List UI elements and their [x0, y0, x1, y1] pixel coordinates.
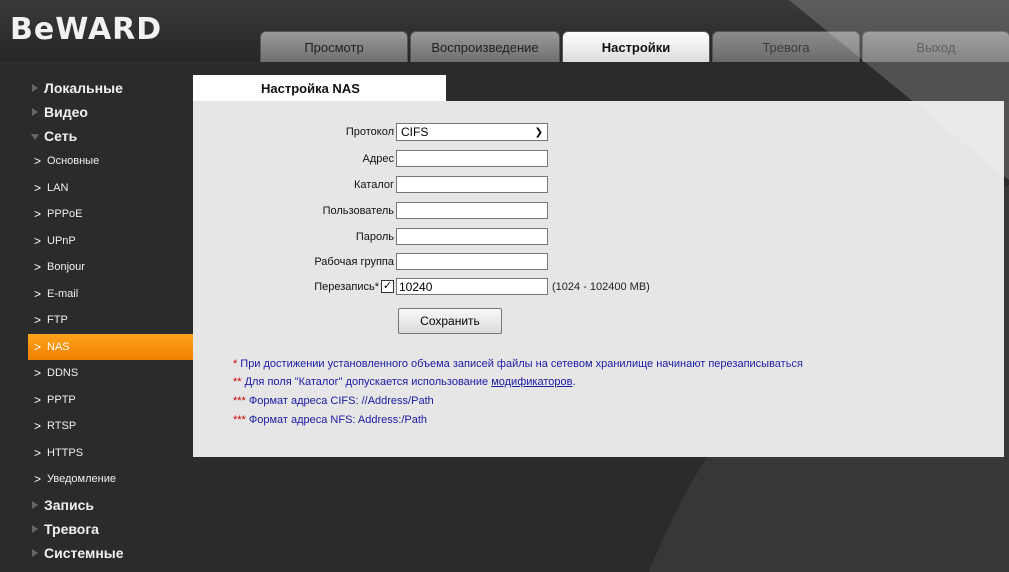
sidebar-item-network[interactable]: Сеть [0, 124, 193, 148]
chevron-right-icon: > [34, 260, 42, 275]
save-button[interactable]: Сохранить [398, 308, 502, 334]
sidebar-subitem-lan[interactable]: > LAN [0, 175, 193, 202]
collapsed-triangle-icon [32, 108, 38, 116]
overwrite-size-input[interactable] [396, 278, 548, 295]
top-bar: BeWARD Просмотр Воспроизведение Настройк… [0, 0, 1009, 62]
protocol-select[interactable]: CIFS ❯ [396, 123, 548, 141]
user-row: Пользователь [193, 202, 548, 219]
sidebar-item-system[interactable]: Системные [0, 541, 193, 565]
sidebar-subitem-pppoe[interactable]: > PPPoE [0, 201, 193, 228]
tab-alarm[interactable]: Тревога [712, 31, 860, 62]
protocol-row: Протокол CIFS ❯ [193, 123, 548, 141]
chevron-right-icon: > [34, 154, 42, 169]
tab-exit[interactable]: Выход [862, 31, 1009, 62]
sidebar-subitem-ftp[interactable]: > FTP [0, 307, 193, 334]
sidebar-subitem-основные[interactable]: > Основные [0, 148, 193, 175]
catalog-label: Каталог [354, 178, 394, 191]
chevron-right-icon: > [34, 233, 42, 248]
modifiers-link[interactable]: модификаторов [491, 376, 572, 388]
chevron-right-icon: > [34, 180, 42, 195]
password-input[interactable] [396, 228, 548, 245]
address-input[interactable] [396, 150, 548, 167]
sidebar: Локальные Видео Сеть > Основные > LAN > PPPoE… [0, 62, 193, 565]
overwrite-checkbox[interactable]: ✓ [381, 280, 394, 293]
tab-strip-background [446, 75, 1004, 101]
sidebar-subitem-bonjour[interactable]: > Bonjour [0, 254, 193, 281]
network-subitems: > Основные > LAN > PPPoE > UPnP > Bonjour > E-mail >… [0, 148, 193, 493]
sidebar-subitem-уведомление[interactable]: > Уведомление [0, 466, 193, 493]
sidebar-subitem-upnp[interactable]: > UPnP [0, 228, 193, 255]
chevron-right-icon: > [34, 286, 42, 301]
chevron-right-icon: > [34, 392, 42, 407]
catalog-row: Каталог [193, 176, 548, 193]
sidebar-item-alarm[interactable]: Тревога [0, 517, 193, 541]
chevron-right-icon: > [34, 207, 42, 222]
sidebar-item-record[interactable]: Запись [0, 493, 193, 517]
note-catalog: ** Для поля "Каталог" допускается использ… [233, 376, 576, 388]
user-label: Пользователь [322, 204, 394, 217]
chevron-right-icon: > [34, 419, 42, 434]
tab-playback[interactable]: Воспроизведение [410, 31, 560, 62]
chevron-down-icon: ❯ [534, 126, 543, 138]
user-input[interactable] [396, 202, 548, 219]
chevron-right-icon: > [34, 472, 42, 487]
sidebar-subitem-nas[interactable]: > NAS [28, 333, 193, 360]
collapsed-triangle-icon [32, 84, 38, 92]
beward-logo: BeWARD [10, 12, 163, 47]
main-tabs: Просмотр Воспроизведение Настройки Трево… [260, 31, 1009, 62]
note-overwrite: * При достижении установленного объема за… [233, 358, 803, 370]
overwrite-row: Перезапись* ✓ (1024 - 102400 MB) [193, 278, 650, 295]
tab-view[interactable]: Просмотр [260, 31, 408, 62]
workgroup-input[interactable] [396, 253, 548, 270]
nas-settings-panel: Настройка NAS Протокол CIFS ❯ Адрес Ката… [193, 75, 1004, 457]
catalog-input[interactable] [396, 176, 548, 193]
overwrite-label: Перезапись* [314, 280, 379, 293]
sidebar-subitem-https[interactable]: > HTTPS [0, 440, 193, 467]
password-row: Пароль [193, 228, 548, 245]
chevron-right-icon: > [34, 313, 42, 328]
sidebar-subitem-rtsp[interactable]: > RTSP [0, 413, 193, 440]
overwrite-range-hint: (1024 - 102400 MB) [552, 280, 650, 293]
page-title: Настройка NAS [193, 75, 446, 101]
collapsed-triangle-icon [32, 524, 38, 533]
collapsed-triangle-icon [32, 548, 38, 557]
chevron-right-icon: > [34, 445, 42, 460]
note-cifs-format: *** Формат адреса CIFS: //Address/Path [233, 395, 434, 407]
address-row: Адрес [193, 150, 548, 167]
sidebar-subitem-ddns[interactable]: > DDNS [0, 360, 193, 387]
sidebar-item-local[interactable]: Локальные [0, 76, 193, 100]
workgroup-row: Рабочая группа [193, 253, 548, 270]
collapsed-triangle-icon [32, 500, 38, 509]
expanded-triangle-icon [31, 134, 39, 140]
chevron-right-icon: > [34, 366, 42, 381]
sidebar-item-video[interactable]: Видео [0, 100, 193, 124]
workgroup-label: Рабочая группа [314, 255, 394, 268]
address-label: Адрес [362, 152, 395, 165]
sidebar-subitem-pptp[interactable]: > PPTP [0, 387, 193, 414]
tab-settings[interactable]: Настройки [562, 31, 710, 62]
sidebar-subitem-e-mail[interactable]: > E-mail [0, 281, 193, 308]
protocol-label: Протокол [345, 126, 394, 138]
password-label: Пароль [355, 230, 394, 243]
note-nfs-format: *** Формат адреса NFS: Address:/Path [233, 414, 428, 426]
chevron-right-icon: > [34, 339, 42, 354]
